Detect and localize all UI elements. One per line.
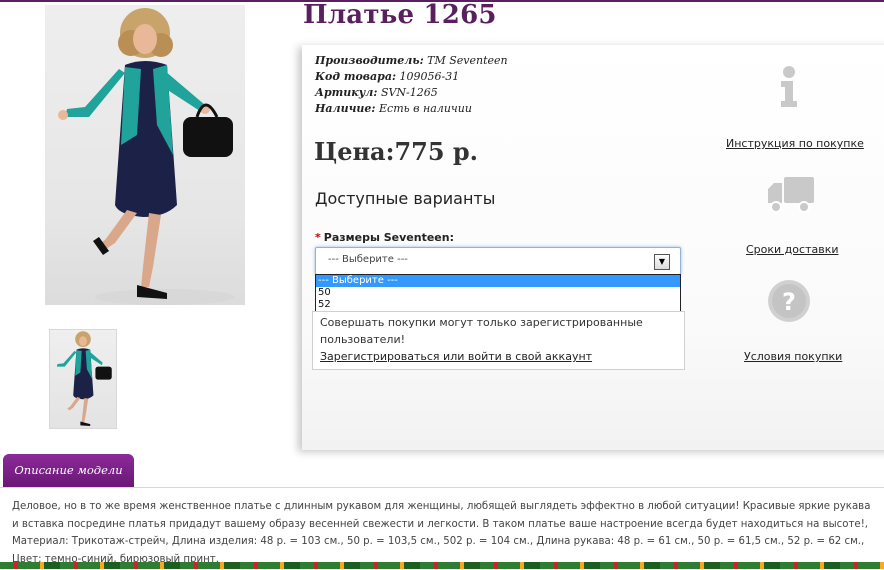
spec-manufacturer: Производитель: TM Seventeen xyxy=(315,54,508,67)
purchase-conditions-link[interactable]: Условия покупки xyxy=(744,350,842,363)
size-option-52[interactable]: 52 xyxy=(316,299,680,311)
holiday-garland-decoration xyxy=(0,562,884,569)
model-illustration xyxy=(58,8,235,305)
dropdown-arrow-icon[interactable]: ▼ xyxy=(654,254,670,270)
register-login-link[interactable]: Зарегистрироваться или войти в свой акка… xyxy=(320,348,592,365)
required-mark: * xyxy=(315,231,321,244)
purchase-instruction-link[interactable]: Инструкция по покупке xyxy=(726,137,864,150)
svg-text:?: ? xyxy=(782,288,796,316)
product-info-panel: Производитель: TM Seventeen Код товара: … xyxy=(302,45,884,450)
product-main-photo[interactable] xyxy=(45,5,245,305)
delivery-terms-link[interactable]: Сроки доставки xyxy=(746,243,839,256)
product-title: Платье 1265 xyxy=(303,0,497,30)
login-notice: Совершать покупки могут только зарегистр… xyxy=(312,311,685,370)
size-label: * Размеры Seventeen: xyxy=(315,231,454,244)
login-notice-message: Совершать покупки могут только зарегистр… xyxy=(320,316,643,346)
question-icon: ? xyxy=(766,278,812,328)
size-options-list: --- Выберите --- 50 52 xyxy=(315,274,681,313)
spec-availability: Наличие: Есть в наличии xyxy=(315,102,472,115)
description-text: Деловое, но в то же время женственное пл… xyxy=(12,501,871,565)
variants-heading: Доступные варианты xyxy=(315,189,496,208)
size-select-value: --- Выберите --- xyxy=(328,254,408,265)
thumbnail-illustration xyxy=(56,331,112,427)
size-option-placeholder[interactable]: --- Выберите --- xyxy=(316,275,680,287)
product-price: Цена:775 р. xyxy=(314,137,479,166)
truck-icon xyxy=(766,175,816,219)
tab-model-description[interactable]: Описание модели xyxy=(3,454,134,487)
description-box: Деловое, но в то же время женственное пл… xyxy=(0,487,884,570)
product-specs: Производитель: TM Seventeen Код товара: … xyxy=(315,53,508,117)
info-icon xyxy=(774,65,804,114)
spec-product-code: Код товара: 109056-31 xyxy=(315,70,460,83)
size-option-50[interactable]: 50 xyxy=(316,287,680,299)
spec-article: Артикул: SVN-1265 xyxy=(315,86,438,99)
size-select[interactable]: --- Выберите --- ▼ xyxy=(315,247,681,275)
product-thumbnail[interactable] xyxy=(49,329,117,429)
